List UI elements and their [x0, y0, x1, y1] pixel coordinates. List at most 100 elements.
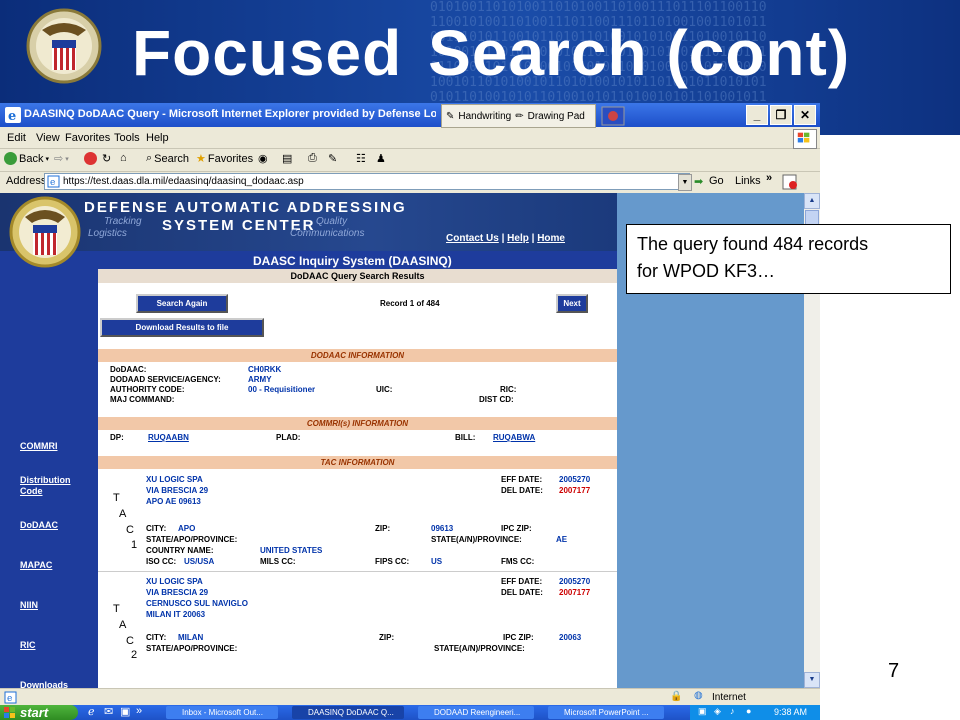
nav-downloads[interactable]: Downloads — [20, 680, 90, 688]
menu-help[interactable]: Help — [146, 132, 169, 144]
uic-label: UIC: — [376, 385, 393, 394]
page-status-icon: e — [4, 691, 17, 704]
help-link[interactable]: Help — [507, 233, 529, 244]
globe-icon: ◍ — [694, 690, 703, 701]
back-button[interactable]: Back ▾ — [4, 152, 49, 165]
start-button[interactable]: start — [0, 705, 78, 720]
taskbar-item-daasinq[interactable]: DAASINQ DoDAAC Q... — [292, 706, 404, 719]
drawing-pad-icon: ✏ — [515, 110, 524, 122]
forward-button[interactable]: ⇨ ▾ — [54, 152, 69, 165]
handwriting-button[interactable]: Handwriting — [458, 111, 511, 122]
tac1-state-label: STATE/APO/PROVINCE: — [146, 535, 238, 544]
tac1-number: 1 — [131, 539, 138, 551]
tray-antivirus-icon[interactable]: ● — [746, 706, 751, 716]
quicklaunch-more-icon[interactable]: » — [136, 705, 142, 717]
ric-label: RIC: — [500, 385, 517, 394]
commri-info-heading: COMMRI(s) INFORMATION — [98, 417, 617, 430]
svg-text:e: e — [50, 178, 55, 188]
quicklaunch-ie-icon[interactable]: ℯ — [88, 705, 95, 718]
tray-network-icon[interactable]: ▣ — [698, 706, 707, 717]
tray-volume-icon[interactable]: ♪ — [730, 706, 735, 716]
windows-flag-icon — [793, 129, 817, 149]
favorites-button[interactable]: ★ Favorites — [196, 152, 253, 166]
tac1-mils-label: MILS CC: — [260, 557, 296, 566]
taskbar-item-inbox[interactable]: Inbox - Microsoft Out... — [166, 706, 278, 719]
tac2-state-an-label: STATE(A/N)/PROVINCE: — [434, 644, 525, 653]
dodaac-label: DoDAAC: — [110, 365, 147, 374]
media-button[interactable]: ◉ — [258, 152, 268, 165]
scroll-up-arrow[interactable]: ▲ — [804, 193, 820, 209]
taskbar-item-powerpoint[interactable]: Microsoft PowerPoint ... — [548, 706, 664, 719]
nav-mapac[interactable]: MAPAC — [20, 560, 90, 571]
minimize-button[interactable]: _ — [746, 105, 768, 125]
lock-icon: 🔒 — [670, 691, 683, 702]
tac1-iso-value: US/USA — [184, 557, 215, 566]
tac1-letter-c: C — [126, 524, 134, 536]
drawing-pad-button[interactable]: Drawing Pad — [528, 111, 585, 122]
home-button[interactable]: ⌂ — [120, 152, 127, 164]
menu-favorites[interactable]: Favorites — [65, 132, 110, 144]
tac1-letter-t: T — [113, 492, 120, 504]
quicklaunch-desktop-icon[interactable]: ▣ — [120, 705, 130, 718]
menu-bar: Edit View Favorites Tools Help — [0, 128, 820, 149]
tac2-letter-a: A — [119, 619, 127, 631]
tac2-del-date-value: 2007177 — [559, 588, 591, 597]
dod-seal-icon — [26, 8, 102, 84]
window-title: DAASINQ DoDAAC Query - Microsoft Interne… — [24, 108, 436, 120]
tac1-country-label: COUNTRY NAME: — [146, 546, 214, 555]
history-button[interactable]: ▤ — [282, 152, 292, 165]
more-links-icon[interactable]: » — [766, 172, 772, 184]
dp-value-link[interactable]: RUQAABN — [148, 433, 189, 442]
tac1-letter-a: A — [119, 508, 127, 520]
media-icon: ◉ — [258, 153, 268, 165]
tac1-zip-value: 09613 — [431, 524, 454, 533]
window-titlebar[interactable]: e DAASINQ DoDAAC Query - Microsoft Inter… — [0, 103, 820, 127]
scroll-down-arrow[interactable]: ▼ — [804, 672, 820, 688]
contact-us-link[interactable]: Contact Us — [446, 233, 499, 244]
sidebar-nav: COMMRI Distribution Code DoDAAC MAPAC NI… — [0, 269, 98, 688]
acrobat-icon[interactable] — [782, 174, 800, 190]
tac1-eff-date-label: EFF DATE: — [501, 475, 543, 484]
bill-label: BILL: — [455, 433, 476, 442]
tac1-fips-label: FIPS CC: — [375, 557, 410, 566]
tac1-city-value: APO — [178, 524, 196, 533]
stop-button[interactable] — [84, 152, 97, 165]
search-button[interactable]: ⌕ Search — [146, 152, 189, 165]
banner-title-line1: DEFENSE AUTOMATIC ADDRESSING — [84, 199, 407, 216]
close-button[interactable]: ✕ — [794, 105, 816, 125]
tac1-del-date-label: DEL DATE: — [501, 486, 543, 495]
menu-tools[interactable]: Tools — [114, 132, 140, 144]
refresh-button[interactable]: ↻ — [102, 152, 111, 165]
quicklaunch-outlook-icon[interactable]: ✉ — [104, 705, 113, 718]
restore-button[interactable]: ❐ — [770, 105, 792, 125]
address-bar: Address e https://test.daas.dla.mil/edaa… — [0, 171, 820, 193]
menu-view[interactable]: View — [36, 132, 60, 144]
menu-edit[interactable]: Edit — [7, 132, 26, 144]
nav-niin[interactable]: NIIN — [20, 600, 90, 611]
bill-value-link[interactable]: RUQABWA — [493, 433, 535, 442]
plad-label: PLAD: — [276, 433, 301, 442]
nav-dodaac[interactable]: DoDAAC — [20, 520, 90, 531]
print-button[interactable]: ⎙ — [308, 152, 317, 165]
search-again-button[interactable]: Search Again — [136, 294, 228, 313]
edit-button[interactable]: ✎ — [328, 152, 337, 165]
home-icon: ⌂ — [120, 152, 127, 164]
messenger-button[interactable]: ♟ — [376, 152, 386, 165]
address-field[interactable]: e https://test.daas.dla.mil/edaasinq/daa… — [44, 173, 690, 190]
taskbar-item-dodaad[interactable]: DODAAD Reengineeri... — [418, 706, 534, 719]
tac1-fips-value: US — [431, 557, 443, 566]
forward-arrow-icon: ⇨ — [54, 153, 64, 165]
download-results-button[interactable]: Download Results to file — [100, 318, 264, 337]
top-links: Contact Us | Help | Home — [446, 233, 565, 244]
go-button[interactable]: Go — [709, 175, 724, 187]
tray-shield-icon[interactable]: ◈ — [714, 706, 721, 717]
nav-ric[interactable]: RIC — [20, 640, 90, 651]
address-dropdown[interactable]: ▼ — [678, 174, 692, 191]
nav-commri[interactable]: COMMRI — [20, 441, 90, 452]
next-button[interactable]: Next — [556, 294, 588, 313]
home-link[interactable]: Home — [537, 233, 565, 244]
discuss-button[interactable]: ☷ — [356, 152, 366, 165]
record-count: Record 1 of 484 — [380, 299, 440, 308]
links-button[interactable]: Links — [735, 175, 761, 187]
nav-distribution-code[interactable]: Distribution Code — [20, 475, 90, 497]
